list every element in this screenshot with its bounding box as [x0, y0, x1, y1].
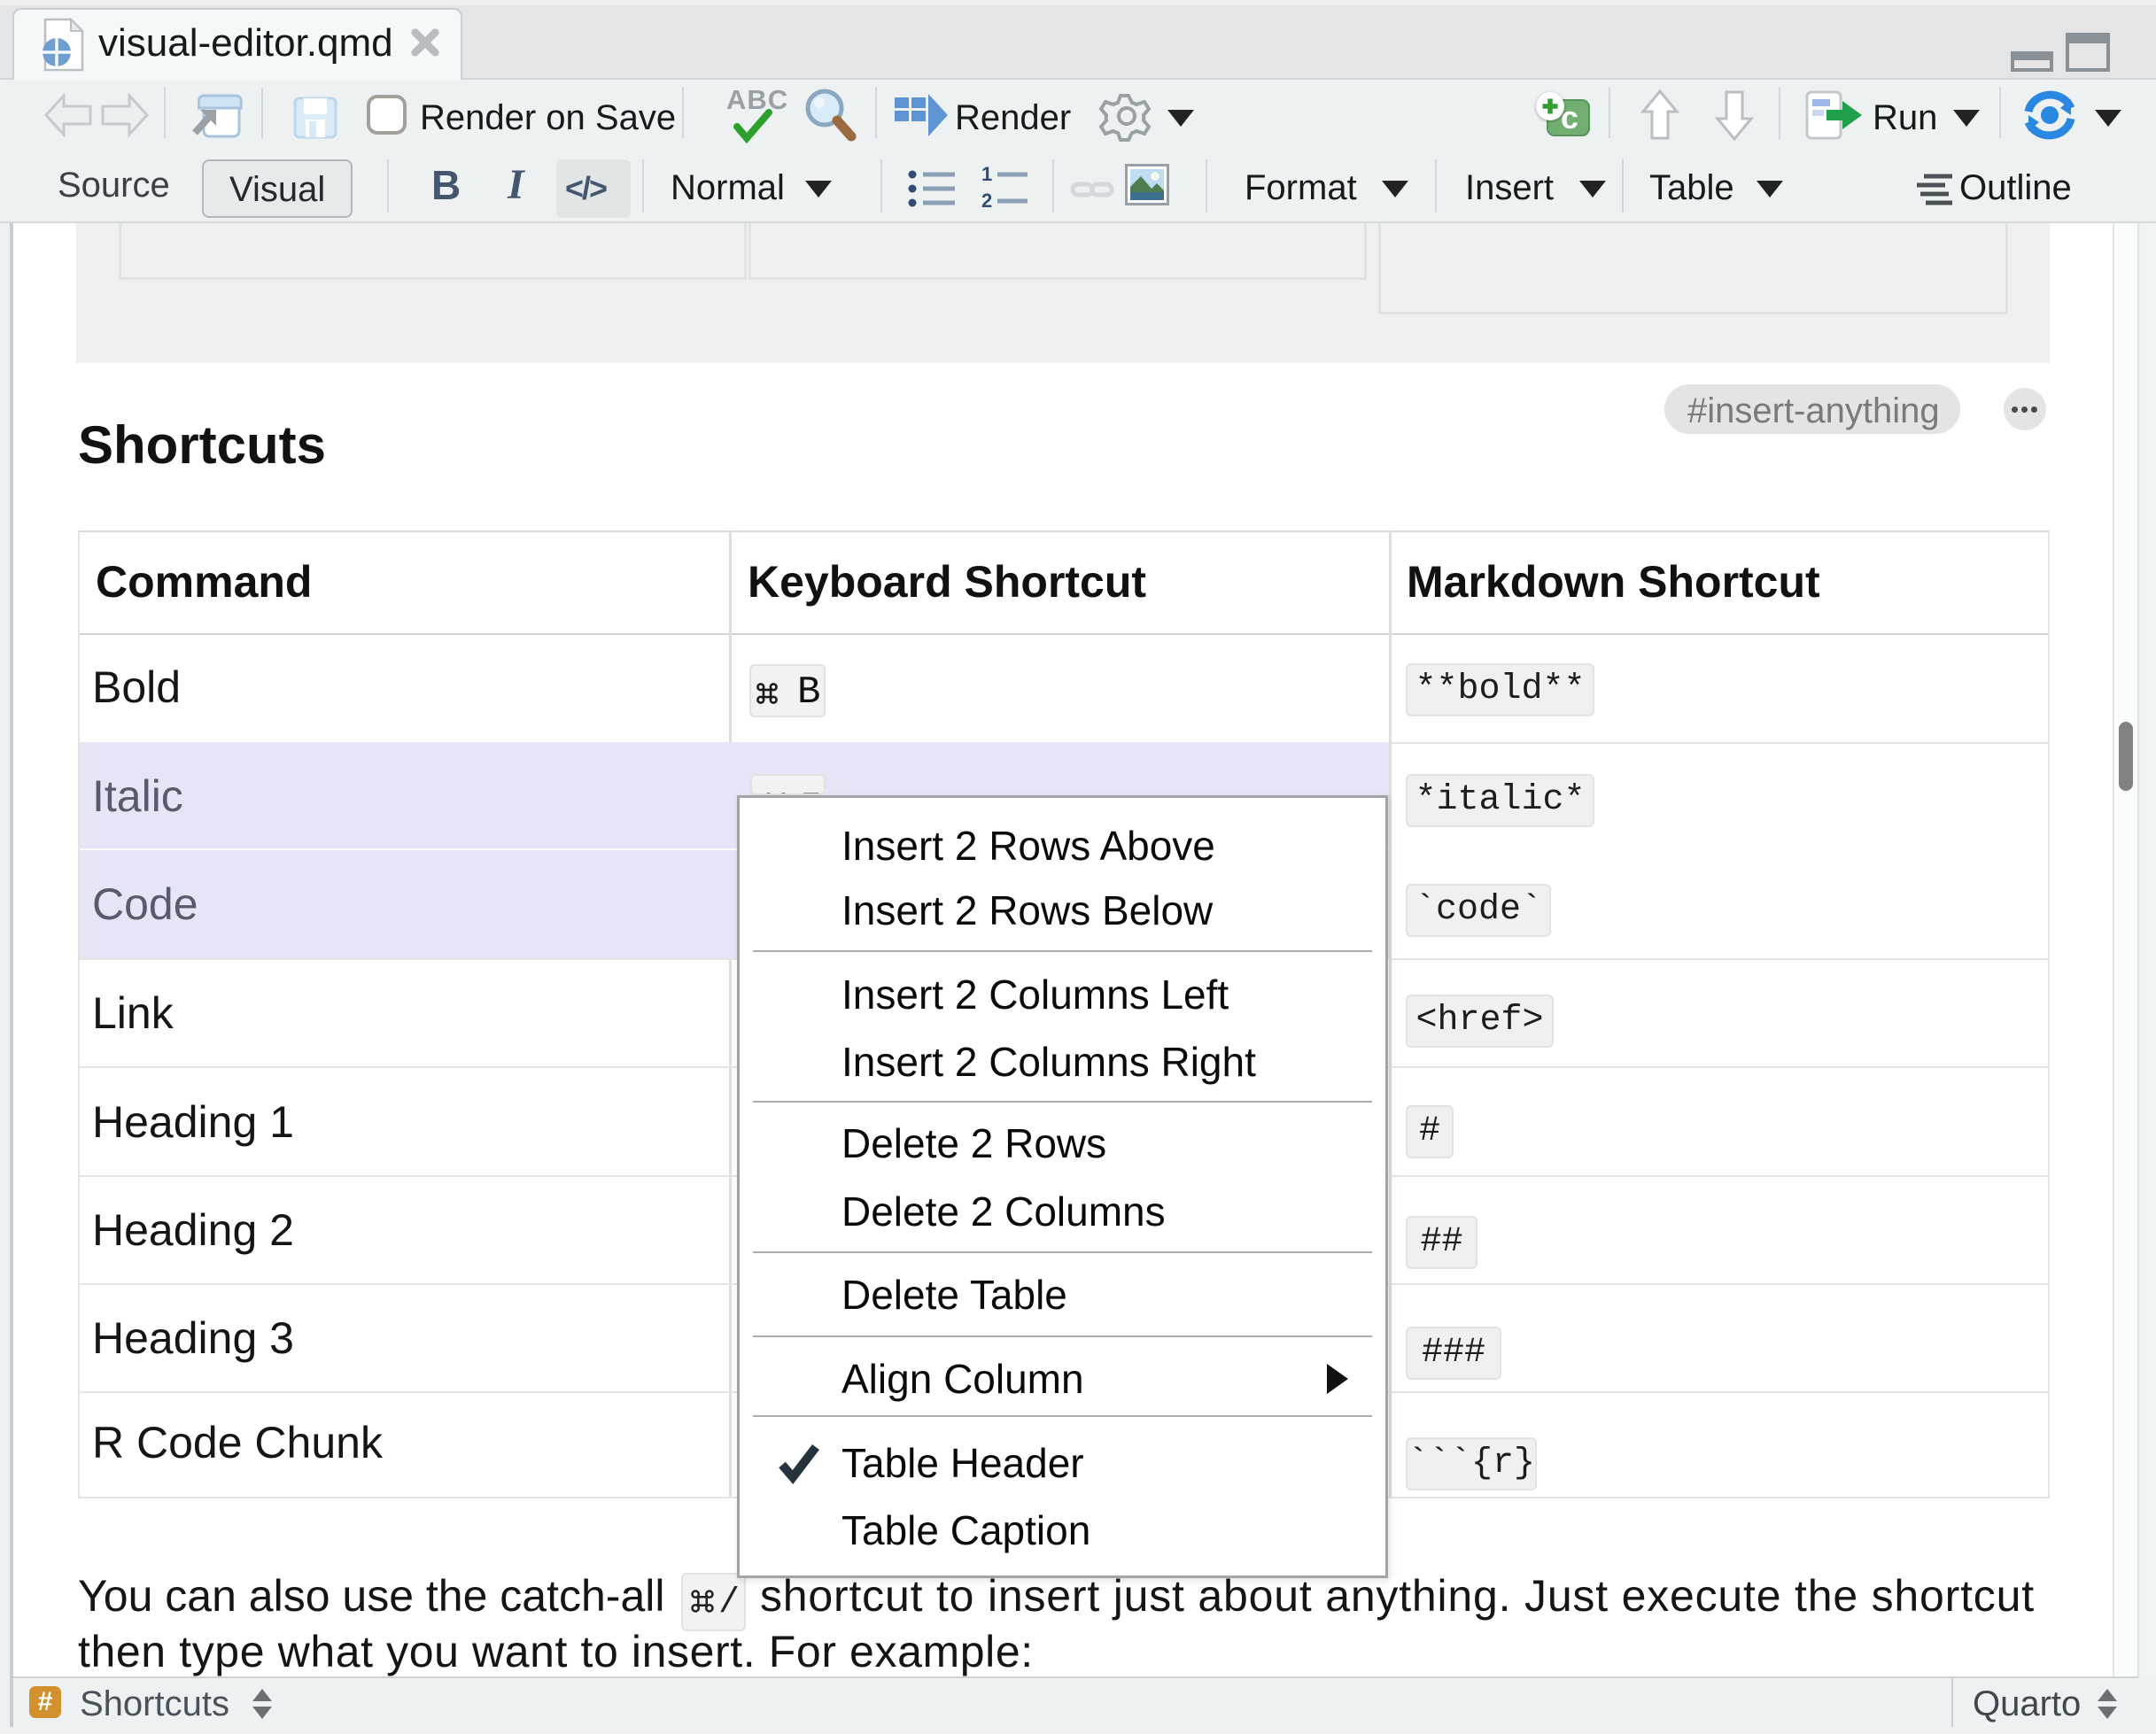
svg-text:2: 2: [981, 190, 992, 212]
svg-text:1: 1: [981, 163, 992, 185]
